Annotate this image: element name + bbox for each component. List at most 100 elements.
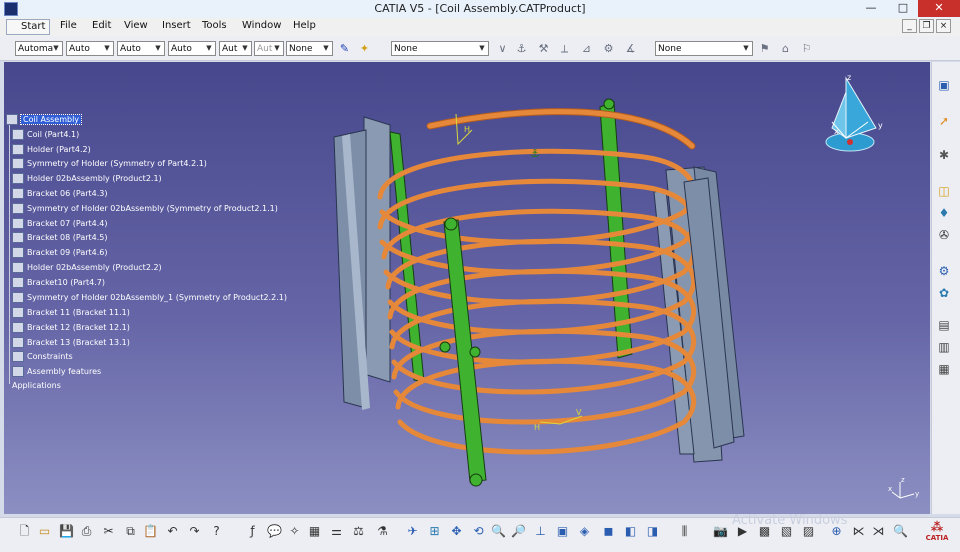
table-icon[interactable]: ▦ (306, 523, 323, 540)
iso-view-icon[interactable]: ◈ (576, 523, 593, 540)
transparency-dropdown[interactable]: Auto ▼ (66, 41, 114, 56)
minimize-button[interactable]: — (856, 0, 886, 17)
explode-icon[interactable]: ✱ (935, 146, 953, 164)
angle-icon[interactable]: ∡ (622, 40, 639, 57)
fit-all-icon[interactable]: ⊞ (426, 523, 443, 540)
bill-of-material-icon[interactable]: ▥ (935, 338, 953, 356)
cut-icon[interactable]: ✂ (100, 523, 117, 540)
tree-item[interactable]: Bracket 09 (Part4.6) (12, 246, 108, 260)
catalog-icon[interactable]: ▤ (935, 316, 953, 334)
open-icon[interactable]: ▭ (36, 523, 53, 540)
normal-view-icon[interactable]: ⊥ (532, 523, 549, 540)
tree-item[interactable]: Bracket 11 (Bracket 11.1) (12, 306, 130, 320)
fly-mode-icon[interactable]: ✈ (404, 523, 421, 540)
menu-start[interactable]: Start (6, 19, 51, 35)
menu-insert[interactable]: Insert (162, 20, 191, 31)
tree-item[interactable]: Symmetry of Holder 02bAssembly (Symmetry… (12, 202, 278, 216)
formula-icon[interactable]: ƒ (244, 523, 261, 540)
copy-icon[interactable]: ⧉ (122, 523, 139, 540)
menu-file[interactable]: File (60, 20, 77, 31)
annotation-plane-icon[interactable]: ⚐ (798, 40, 815, 57)
swap-visible-space-icon[interactable]: ◨ (644, 523, 661, 540)
menu-tools[interactable]: Tools (202, 20, 227, 31)
tree-item[interactable]: Bracket 13 (Bracket 13.1) (12, 336, 130, 350)
new-icon[interactable]: 🗋 (16, 523, 33, 540)
menu-view[interactable]: View (124, 20, 148, 31)
light-icon[interactable]: ✧ (286, 523, 303, 540)
tree-root-coil-assembly[interactable]: Coil Assembly (6, 113, 83, 127)
coil-assembly-model[interactable]: ⚓ H H V (4, 62, 930, 514)
constraint-fix-icon[interactable]: ⚒ (535, 40, 552, 57)
offset-icon[interactable]: ⚙ (600, 40, 617, 57)
comment-icon[interactable]: 💬 (266, 523, 283, 540)
bracket-back-right[interactable] (599, 98, 633, 359)
constraint-icon[interactable]: ∨ (494, 40, 511, 57)
rendering-style-dropdown[interactable]: Aut ▼ (254, 41, 284, 56)
tree-item[interactable]: Bracket 06 (Part4.3) (12, 187, 108, 201)
tree-item-constraints[interactable]: Constraints (12, 350, 73, 364)
camera-icon[interactable]: ✇ (935, 226, 953, 244)
knowledge-icon[interactable]: ⚗ (374, 523, 391, 540)
measure-between-icon[interactable]: ⫼ (676, 523, 693, 540)
tree-item-applications[interactable]: Applications (12, 379, 61, 393)
shading-icon[interactable]: ◼ (600, 523, 617, 540)
menu-help[interactable]: Help (293, 20, 316, 31)
tree-item[interactable]: Holder (Part4.2) (12, 143, 91, 157)
annotation-filter-dropdown[interactable]: None ▼ (655, 41, 753, 56)
fast-multi-instantiation-icon[interactable]: ✿ (935, 284, 953, 302)
whats-this-icon[interactable]: ? (208, 523, 225, 540)
search-icon[interactable]: 🔍 (892, 523, 909, 540)
line-type-dropdown[interactable]: Auto ▼ (168, 41, 216, 56)
tree-item[interactable]: Bracket 08 (Part4.5) (12, 231, 108, 245)
pan-icon[interactable]: ✥ (448, 523, 465, 540)
maximize-button[interactable]: □ (888, 0, 918, 17)
tree-item[interactable]: Holder 02bAssembly (Product2.1) (12, 172, 162, 186)
layer-filter-dropdown[interactable]: None ▼ (391, 41, 489, 56)
doc-close-button[interactable]: × (936, 19, 951, 33)
tree-item[interactable]: Coil (Part4.1) (12, 128, 79, 142)
zoom-in-icon[interactable]: 🔍 (490, 523, 507, 540)
tree-item[interactable]: Holder 02bAssembly (Product2.2) (12, 261, 162, 275)
camera-capture-icon[interactable]: 📷 (712, 523, 729, 540)
save-icon[interactable]: 💾 (58, 523, 75, 540)
coincidence-icon[interactable]: ⟂ (556, 40, 573, 57)
multi-view-icon[interactable]: ▣ (554, 523, 571, 540)
undo-icon[interactable]: ↶ (164, 523, 181, 540)
redo-icon[interactable]: ↷ (186, 523, 203, 540)
tree-item[interactable]: Symmetry of Holder 02bAssembly_1 (Symmet… (12, 291, 287, 305)
menu-edit[interactable]: Edit (92, 20, 111, 31)
tree-item[interactable]: Symmetry of Holder (Symmetry of Part4.2.… (12, 157, 207, 171)
color-dropdown[interactable]: Automa ▼ (15, 41, 63, 56)
doc-restore-button[interactable]: ❐ (919, 19, 934, 33)
manipulation-icon[interactable]: ◫ (935, 182, 953, 200)
point-symbol-dropdown[interactable]: Aut ▼ (219, 41, 252, 56)
contact-icon[interactable]: ⊿ (578, 40, 595, 57)
zoom-out-icon[interactable]: 🔎 (510, 523, 527, 540)
annotation-icon[interactable]: ⚑ (756, 40, 773, 57)
measure-icon[interactable]: ⚓ (513, 40, 530, 57)
next-icon[interactable]: ⋊ (870, 523, 887, 540)
snap-icon[interactable]: ♦ (935, 204, 953, 222)
select-icon[interactable]: ➚ (935, 112, 953, 130)
compass-widget[interactable]: z x y (822, 72, 894, 156)
graphic-properties-icon[interactable]: ✦ (356, 40, 373, 57)
tree-item[interactable]: Bracket 07 (Part4.4) (12, 217, 108, 231)
close-button[interactable]: ✕ (918, 0, 960, 17)
annotation-view-icon[interactable]: ⌂ (777, 40, 794, 57)
line-thickness-dropdown[interactable]: Auto ▼ (117, 41, 165, 56)
menu-window[interactable]: Window (242, 20, 281, 31)
tree-item[interactable]: Bracket10 (Part4.7) (12, 276, 105, 290)
paste-icon[interactable]: 📋 (142, 523, 159, 540)
analyze-icon[interactable]: ⚖ (350, 523, 367, 540)
hide-show-icon[interactable]: ◧ (622, 523, 639, 540)
reuse-pattern-icon[interactable]: ⚙ (935, 262, 953, 280)
previous-icon[interactable]: ⋉ (850, 523, 867, 540)
format-painter-icon[interactable]: ✎ (336, 40, 353, 57)
holder-left-back[interactable] (333, 116, 391, 410)
doc-minimize-button[interactable]: _ (902, 19, 917, 33)
design-table-icon[interactable]: ⚌ (328, 523, 345, 540)
scenes-icon[interactable]: ▦ (935, 360, 953, 378)
layer-dropdown[interactable]: None ▼ (286, 41, 333, 56)
print-icon[interactable]: ⎙ (78, 523, 95, 540)
product-structure-icon[interactable]: ▣ (935, 76, 953, 94)
